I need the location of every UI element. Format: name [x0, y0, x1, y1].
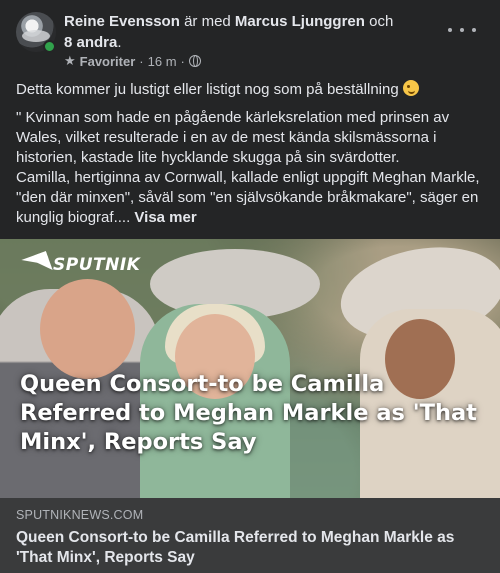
post-text: Detta kommer ju lustigt eller listigt no… — [16, 80, 490, 236]
post-meta: ★ Favoriter · 16 m · — [64, 53, 201, 69]
author-name-link[interactable]: Reine Evensson — [64, 13, 180, 30]
post-body: " Kvinnan som hade en pågående kärleksre… — [16, 108, 490, 228]
dot-icon — [472, 28, 476, 32]
audience-label[interactable]: Favoriter — [80, 54, 136, 69]
post-header: Reine Evensson är med Marcus Ljunggren o… — [0, 0, 500, 76]
winking-face-icon — [402, 80, 419, 96]
others-link[interactable]: 8 andra — [64, 34, 117, 51]
globe-icon[interactable] — [188, 55, 201, 67]
body-line-2: Camilla, hertiginna av Cornwall, kallade… — [16, 169, 480, 226]
image-headline: Queen Consort-to be Camilla Referred to … — [20, 371, 477, 455]
period: . — [117, 34, 122, 51]
see-more-link[interactable]: Visa mer — [134, 209, 196, 226]
sputnik-logo: SPUTNIK — [21, 251, 141, 279]
person-head — [40, 279, 135, 379]
meta-separator: · — [139, 53, 144, 69]
link-preview-card[interactable]: SPUTNIKNEWS.COM Queen Consort-to be Cami… — [0, 498, 500, 573]
with-text: är med — [184, 13, 231, 30]
sputnik-logo-icon — [21, 251, 53, 279]
star-icon: ★ — [64, 53, 76, 68]
timestamp-link[interactable]: 16 m — [148, 54, 177, 69]
more-options-button[interactable] — [448, 22, 476, 38]
link-preview-image[interactable]: SPUTNIK Queen Consort-to be Camilla Refe… — [0, 239, 500, 498]
link-domain: SPUTNIKNEWS.COM — [16, 508, 144, 522]
dot-icon — [448, 28, 452, 32]
author-line: Reine Evensson är med Marcus Ljunggren o… — [64, 11, 404, 53]
body-line-1: " Kvinnan som hade en pågående kärleksre… — [16, 109, 450, 166]
online-status-indicator — [43, 40, 56, 53]
sputnik-logo-text: SPUTNIK — [53, 255, 141, 275]
dot-icon — [460, 28, 464, 32]
meta-separator: · — [180, 53, 185, 69]
link-title[interactable]: Queen Consort-to be Camilla Referred to … — [16, 528, 476, 568]
intro-text: Detta kommer ju lustigt eller listigt no… — [16, 81, 399, 98]
tagged-person-link[interactable]: Marcus Ljunggren — [235, 13, 365, 30]
post-intro: Detta kommer ju lustigt eller listigt no… — [16, 80, 490, 100]
and-text: och — [369, 13, 394, 30]
